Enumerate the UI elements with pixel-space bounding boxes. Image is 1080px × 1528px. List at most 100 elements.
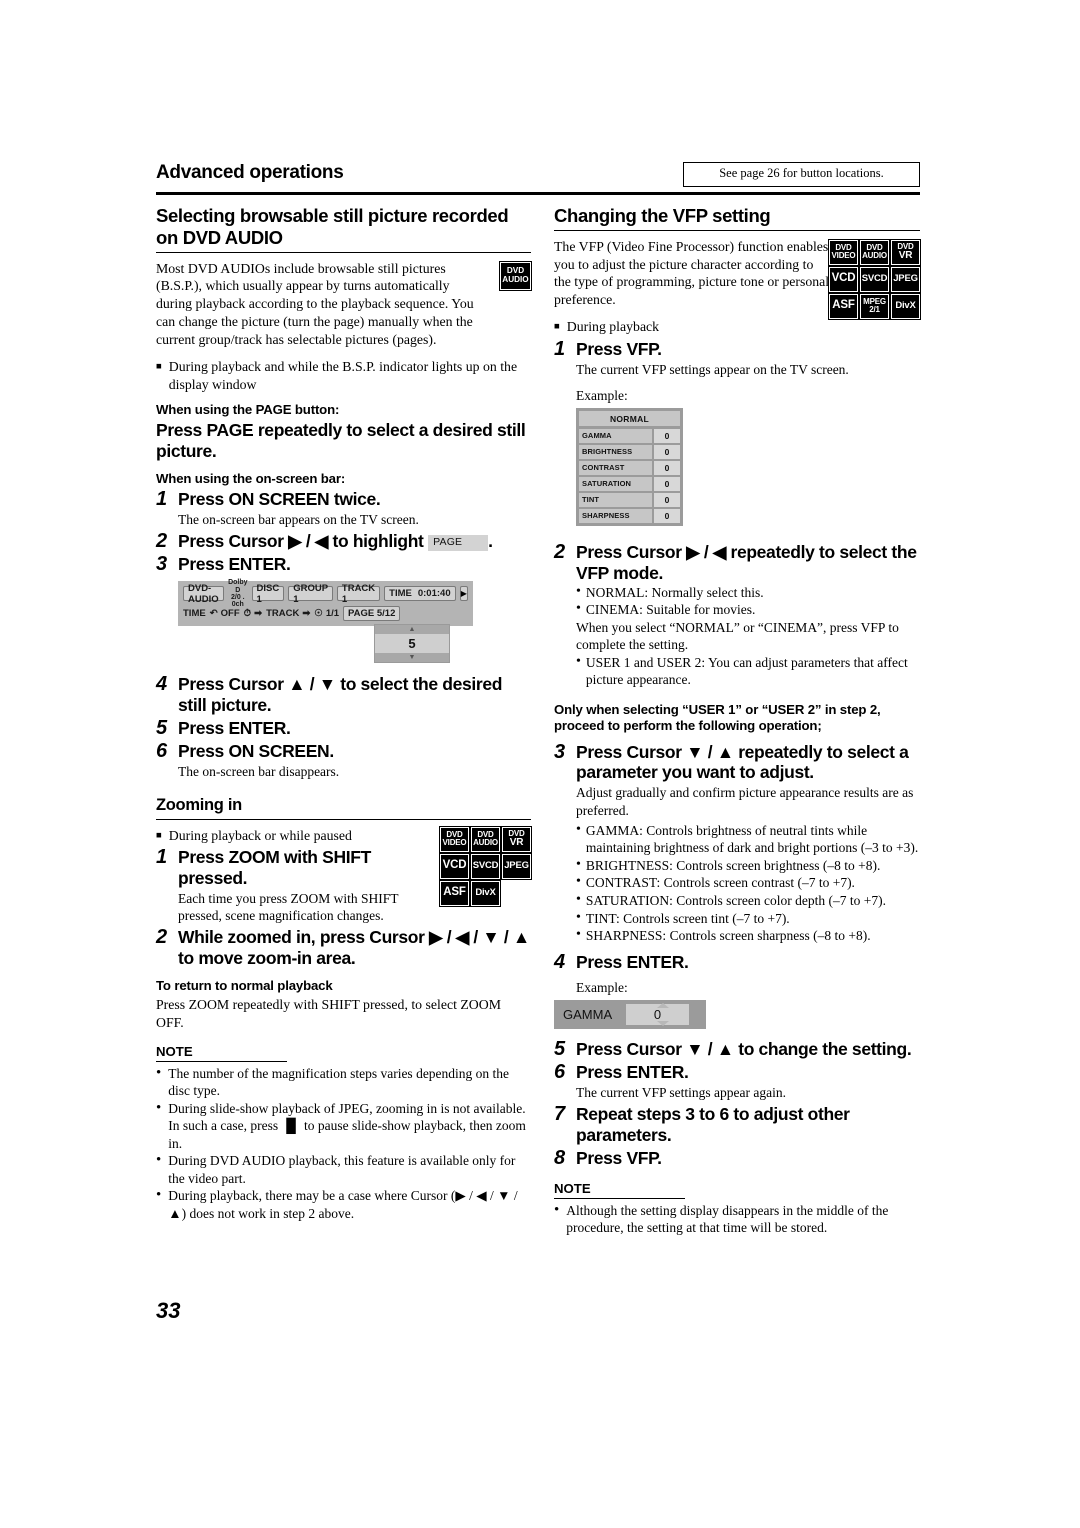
note-heading-vfp: NOTE: [554, 1181, 685, 1199]
vfp-lead-block: DVD VIDEO DVD AUDIO DVD VR VCD SVCD JPEG AS…: [554, 238, 921, 320]
vfp-step-2-bullets: • NORMAL: Normally select this. • CINEMA: …: [576, 584, 920, 689]
note-item: • During slide-show playback of JPEG, zoo…: [156, 1099, 526, 1151]
bullet-line: • BRIGHTNESS: Controls screen brightness …: [576, 856, 881, 873]
note-item: • The number of the magnification steps v…: [156, 1064, 510, 1099]
osb-page-field: PAGE 5/12: [343, 606, 401, 622]
bullet-icon: •: [576, 927, 581, 943]
osb-next-arrow-icon: ▶: [459, 586, 468, 602]
section-title-zooming: Zooming in: [156, 796, 242, 815]
vfp-settings-panel: NORMAL GAMMA 0 BRIGHTNESS 0 CONTRAST 0 S…: [576, 408, 683, 527]
badge-divx: DivX: [470, 879, 501, 907]
osb-chapter: ☉ 1/1: [314, 608, 340, 620]
note-list-vfp: • Although the setting display disappears…: [554, 1202, 920, 1237]
vfp-mode-title: NORMAL: [579, 411, 680, 427]
badge-dvd-video: DVD VIDEO: [439, 825, 470, 853]
vfp-row-sharpness: SHARPNESS 0: [579, 509, 680, 524]
osb-dolby: Dolby D 2/0 . 0ch: [228, 579, 248, 609]
zoom-block: DVD VIDEO DVD AUDIO DVD VR VCD SVCD JPEG AS…: [156, 825, 532, 925]
lead-block: DVD AUDIO Most DVD AUDIOs include browsa…: [156, 260, 532, 349]
badge-divx: DivX: [890, 292, 921, 320]
badge-grid-vfp: DVD VIDEO DVD AUDIO DVD VR VCD SVCD JPEG AS…: [828, 238, 921, 320]
bullet-line: • GAMMA: Controls brightness of neutral t…: [576, 821, 919, 856]
only-when-note: Only when selecting “USER 1” or “USER 2”…: [554, 701, 881, 733]
square-bullet-icon: ■: [554, 322, 560, 333]
track-arrow-icon: ➡: [302, 608, 311, 620]
note-heading-zoom: NOTE: [156, 1044, 287, 1062]
badge-dvd-audio: DVD AUDIO: [859, 238, 890, 266]
section-rule: [156, 251, 531, 253]
step-1-on-screen: 1 Press ON SCREEN twice.: [156, 488, 381, 511]
osb-row-2: TIME ↶ OFF ⏱ ➡ TRACK ➡ ☉ 1/1 PAGE 5/12: [183, 605, 468, 622]
badge-svcd: SVCD: [859, 265, 890, 293]
page-header: Advanced operations See page 26 for butt…: [156, 162, 920, 195]
osb-time-mode: TIME: [183, 608, 206, 620]
badge-dvd-vr: DVD VR: [501, 825, 532, 853]
bullet-line: • USER 1 and USER 2: You can adjust param…: [576, 653, 908, 688]
page-button-instruction: Press PAGE repeatedly to select a desire…: [156, 420, 526, 462]
dvd-audio-badge-wrap: DVD AUDIO: [499, 260, 532, 291]
gamma-up-arrow-icon: [657, 1002, 669, 1008]
lead-paragraph: Most DVD AUDIOs include browsable still …: [156, 260, 474, 347]
repeat-icon: ↶: [209, 608, 218, 620]
popup-value: 5: [375, 634, 449, 654]
bullet-icon: •: [156, 1064, 162, 1081]
bullet-icon: •: [156, 1152, 162, 1169]
onscreen-bar-figure: DVD-AUDIO Dolby D 2/0 . 0ch DISC 1 GROUP…: [178, 579, 473, 664]
bullet-icon: •: [576, 653, 581, 669]
onscreen-caption: When using the on-screen bar:: [156, 471, 346, 487]
vfp-row-saturation: SATURATION 0: [579, 477, 680, 492]
step-3-enter: 3 Press ENTER.: [156, 553, 291, 576]
osb-time: TIME 0:01:40: [384, 586, 456, 602]
vfp-step-3-bullets: • GAMMA: Controls brightness of neutral t…: [576, 822, 920, 945]
bullet-condition-bsp: ■ During playback and while the B.S.P. i…: [156, 358, 518, 392]
vfp-panel-wrap: NORMAL GAMMA 0 BRIGHTNESS 0 CONTRAST 0 S…: [576, 408, 920, 527]
badge-row: ASF DivX: [439, 879, 531, 907]
page-title: Advanced operations: [156, 162, 344, 183]
vfp-step-3: 3 Press Cursor ▼ / ▲ repeatedly to selec…: [554, 740, 909, 783]
badge-vcd: VCD: [439, 852, 470, 880]
badge-dvd-audio: DVD AUDIO: [470, 825, 501, 853]
step-2-period: .: [488, 531, 493, 552]
bullet-line: • NORMAL: Normally select this.: [576, 583, 764, 600]
note-item: • During playback, there may be a case wh…: [156, 1187, 518, 1221]
vfp-row-gamma: GAMMA 0: [579, 429, 680, 444]
vfp-step-8: 8 Press VFP.: [554, 1146, 662, 1169]
note-item: • During DVD AUDIO playback, this feature…: [156, 1152, 516, 1186]
bullet-icon: •: [576, 821, 581, 837]
header-rule: [156, 191, 920, 195]
gamma-bar-wrap: GAMMA 0: [554, 999, 920, 1029]
vfp-step-6-desc: The current VFP settings appear again.: [576, 1084, 786, 1100]
badge-jpeg: JPEG: [890, 265, 921, 293]
badge-asf: ASF: [439, 879, 470, 907]
vfp-example-label-2: Example:: [576, 979, 628, 995]
vfp-step-7: 7 Repeat steps 3 to 6 to adjust other pa…: [554, 1103, 850, 1145]
step-2-text: Press Cursor ▶ / ◀ to highlight: [178, 531, 424, 552]
document-page: Advanced operations See page 26 for butt…: [0, 0, 1080, 1528]
page-chip: PAGE: [428, 534, 489, 551]
page-number: 33: [156, 1298, 181, 1323]
zoom-step-2: 2 While zoomed in, press Cursor ▶ / ◀ / …: [156, 926, 530, 969]
right-arrow-icon: ➡: [254, 608, 263, 620]
badge-row: DVD VIDEO DVD AUDIO DVD VR: [828, 238, 921, 266]
onscreen-bar-figure-wrap: DVD-AUDIO Dolby D 2/0 . 0ch DISC 1 GROUP…: [178, 579, 531, 664]
bullet-icon: •: [576, 856, 581, 872]
bullet-icon: •: [156, 1187, 162, 1204]
osb-group: GROUP 1: [288, 583, 333, 605]
zoom-format-badges: DVD VIDEO DVD AUDIO DVD VR VCD SVCD JPEG AS…: [439, 825, 532, 907]
osb-disc: DISC 1: [251, 583, 285, 605]
see-also-box: See page 26 for button locations.: [683, 162, 920, 187]
vfp-step-2: 2 Press Cursor ▶ / ◀ repeatedly to selec…: [554, 541, 917, 583]
bullet-icon: •: [576, 892, 581, 907]
vfp-step-1-desc: The current VFP settings appear on the T…: [576, 361, 849, 377]
vfp-step-5: 5 Press Cursor ▼ / ▲ to change the setti…: [554, 1037, 912, 1060]
bullet-line: • TINT: Controls screen tint (–7 to +7).: [576, 909, 790, 926]
osb-row-1: DVD-AUDIO Dolby D 2/0 . 0ch DISC 1 GROUP…: [183, 579, 468, 608]
step-5-enter: 5 Press ENTER.: [156, 717, 291, 740]
badge-row: ASF MPEG 2/1 DivX: [828, 292, 921, 320]
vfp-example-label-1: Example:: [576, 387, 628, 403]
step-4-select-picture: 4 Press Cursor ▲ / ▼ to select the desir…: [156, 673, 503, 716]
page-button-caption: When using the PAGE button:: [156, 402, 340, 418]
vfp-step-2-middle-text: When you select “NORMAL” or “CINEMA”, pr…: [576, 619, 899, 653]
